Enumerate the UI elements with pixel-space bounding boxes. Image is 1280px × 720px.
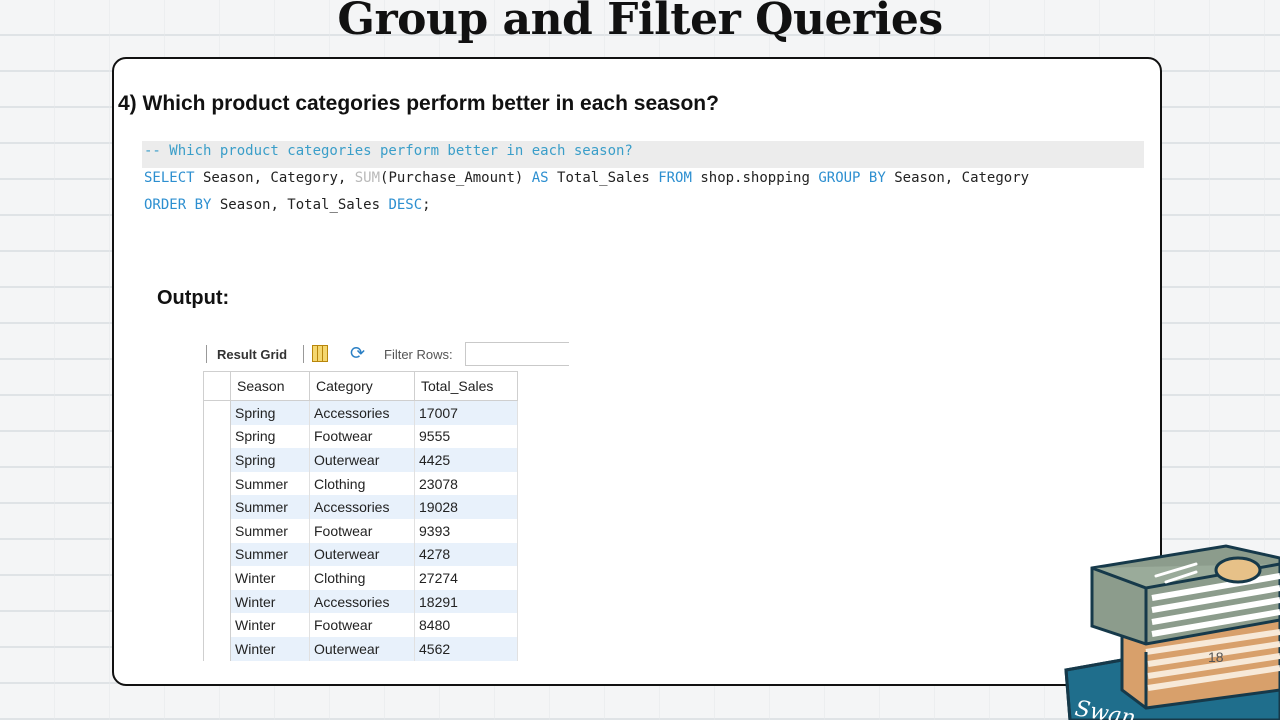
result-grid-table: Season Category Total_Sales Spring Access… — [203, 371, 518, 661]
sql-sum-argument: (Purchase_Amount) — [380, 170, 532, 186]
cell-season[interactable]: Summer — [230, 518, 310, 543]
cell-total-sales[interactable]: 4278 — [414, 542, 518, 567]
cell-season[interactable]: Spring — [230, 424, 310, 449]
cell-season[interactable]: Summer — [230, 542, 310, 567]
cell-season[interactable]: Winter — [230, 566, 310, 590]
content-card: 4) Which product categories perform bett… — [112, 57, 1162, 686]
table-row[interactable]: Summer Accessories 19028 — [203, 495, 518, 519]
cell-total-sales[interactable]: 8480 — [414, 613, 518, 637]
table-row[interactable]: Winter Footwear 8480 — [203, 613, 518, 637]
row-selector[interactable] — [203, 542, 231, 567]
table-row[interactable]: Winter Accessories 18291 — [203, 589, 518, 614]
sql-keyword-select: SELECT — [144, 170, 195, 186]
sql-semicolon: ; — [422, 197, 431, 213]
sql-select-columns: Season, Category, — [194, 170, 355, 186]
sql-code-block: -- Which product categories perform bett… — [142, 141, 1144, 222]
cell-category[interactable]: Outerwear — [309, 448, 415, 472]
cell-category[interactable]: Footwear — [309, 518, 415, 543]
question-heading: 4) Which product categories perform bett… — [118, 92, 719, 115]
result-grid-tab[interactable]: Result Grid — [217, 347, 287, 362]
sql-comment-line: -- Which product categories perform bett… — [142, 141, 1144, 168]
cell-total-sales[interactable]: 18291 — [414, 589, 518, 614]
sql-keyword-group-by: GROUP BY — [818, 170, 886, 186]
slide-title: Group and Filter Queries — [337, 0, 943, 45]
cell-category[interactable]: Clothing — [309, 566, 415, 590]
cell-season[interactable]: Summer — [230, 495, 310, 519]
cell-category[interactable]: Outerwear — [309, 636, 415, 661]
page-number: 18 — [1208, 649, 1224, 665]
table-row[interactable]: Spring Outerwear 4425 — [203, 448, 518, 472]
column-header-category[interactable]: Category — [309, 371, 415, 401]
table-row[interactable]: Summer Clothing 23078 — [203, 471, 518, 496]
table-row[interactable]: Summer Outerwear 4278 — [203, 542, 518, 567]
row-selector[interactable] — [203, 424, 231, 449]
sql-comment: -- Which product categories perform bett… — [144, 143, 633, 159]
sql-keyword-desc: DESC — [388, 197, 423, 213]
cell-total-sales[interactable]: 9555 — [414, 424, 518, 449]
filter-rows-label: Filter Rows: — [384, 347, 453, 362]
sql-table-name: shop.shopping — [691, 170, 819, 186]
cell-category[interactable]: Accessories — [309, 495, 415, 519]
sql-keyword-from: FROM — [658, 170, 692, 186]
column-header-season[interactable]: Season — [230, 371, 310, 401]
filter-rows-input[interactable] — [465, 342, 569, 366]
cell-total-sales[interactable]: 19028 — [414, 495, 518, 519]
sql-keyword-as: AS — [531, 170, 549, 186]
toolbar-separator — [303, 345, 304, 363]
row-selector[interactable] — [203, 471, 231, 496]
cell-category[interactable]: Accessories — [309, 589, 415, 614]
table-row[interactable]: Winter Outerwear 4562 — [203, 636, 518, 661]
cell-season[interactable]: Summer — [230, 471, 310, 496]
sql-function-sum: SUM — [354, 170, 381, 186]
table-row[interactable]: Spring Accessories 17007 — [203, 400, 518, 425]
sql-alias: Total_Sales — [548, 170, 659, 186]
row-selector[interactable] — [203, 400, 231, 425]
row-selector[interactable] — [203, 566, 231, 590]
cell-season[interactable]: Spring — [230, 400, 310, 425]
cell-total-sales[interactable]: 23078 — [414, 471, 518, 496]
row-selector[interactable] — [203, 448, 231, 472]
cell-season[interactable]: Winter — [230, 636, 310, 661]
table-row[interactable]: Summer Footwear 9393 — [203, 518, 518, 543]
cell-category[interactable]: Clothing — [309, 471, 415, 496]
row-number-header — [203, 371, 231, 401]
sql-keyword-order-by: ORDER BY — [144, 197, 212, 213]
books-illustration: Swan — [1064, 544, 1280, 720]
sql-group-columns: Season, Category — [885, 170, 1030, 186]
row-selector[interactable] — [203, 613, 231, 637]
row-selector[interactable] — [203, 495, 231, 519]
sql-line-1: SELECT Season, Category, SUM(Purchase_Am… — [142, 168, 1144, 195]
output-label: Output: — [157, 287, 230, 309]
table-row[interactable]: Spring Footwear 9555 — [203, 424, 518, 449]
grid-icon[interactable] — [312, 345, 328, 362]
result-grid-toolbar: Result Grid ⟳ Filter Rows: — [202, 339, 570, 369]
cell-total-sales[interactable]: 9393 — [414, 518, 518, 543]
cell-season[interactable]: Winter — [230, 589, 310, 614]
cell-season[interactable]: Winter — [230, 613, 310, 637]
row-selector[interactable] — [203, 518, 231, 543]
cell-category[interactable]: Outerwear — [309, 542, 415, 567]
cell-season[interactable]: Spring — [230, 448, 310, 472]
cell-category[interactable]: Footwear — [309, 613, 415, 637]
cell-total-sales[interactable]: 27274 — [414, 566, 518, 590]
table-header-row: Season Category Total_Sales — [203, 371, 518, 401]
cell-total-sales[interactable]: 4425 — [414, 448, 518, 472]
row-selector[interactable] — [203, 636, 231, 661]
sql-order-columns: Season, Total_Sales — [211, 197, 389, 213]
cell-total-sales[interactable]: 4562 — [414, 636, 518, 661]
column-header-total-sales[interactable]: Total_Sales — [414, 371, 518, 401]
row-selector[interactable] — [203, 589, 231, 614]
table-row[interactable]: Winter Clothing 27274 — [203, 566, 518, 590]
cell-total-sales[interactable]: 17007 — [414, 400, 518, 425]
toolbar-separator — [206, 345, 207, 363]
cell-category[interactable]: Accessories — [309, 400, 415, 425]
refresh-icon[interactable]: ⟳ — [350, 344, 365, 362]
sql-line-2: ORDER BY Season, Total_Sales DESC; — [142, 195, 1144, 222]
cell-category[interactable]: Footwear — [309, 424, 415, 449]
